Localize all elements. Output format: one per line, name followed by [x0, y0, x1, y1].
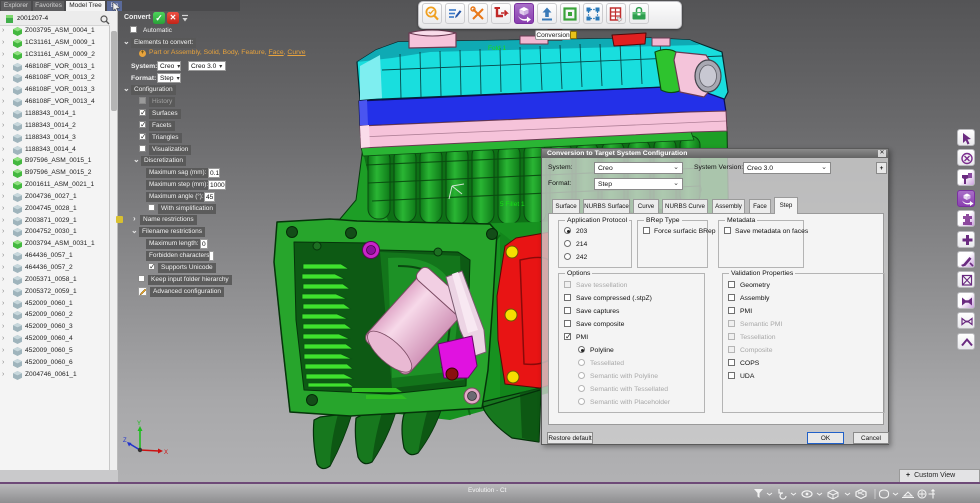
svg-text:5 Fillet 1: 5 Fillet 1 [500, 201, 525, 208]
svg-text:Y: Y [137, 421, 141, 427]
svg-text:Z: Z [123, 438, 127, 444]
svg-text:X: X [164, 450, 168, 456]
svg-text:Fold 1: Fold 1 [488, 45, 506, 52]
